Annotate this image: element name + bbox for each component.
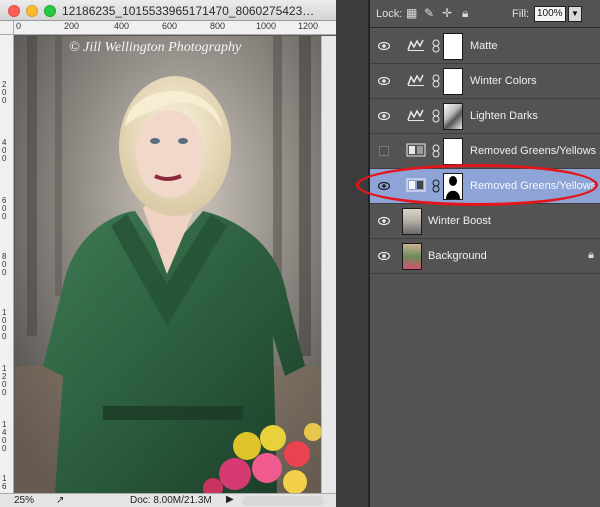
- fill-label: Fill:: [512, 8, 530, 20]
- ruler-h-label: 1000: [256, 21, 277, 31]
- layer-mask-thumbnail[interactable]: [443, 138, 463, 165]
- lock-transparency-icon[interactable]: ▦: [406, 6, 417, 20]
- close-window-button[interactable]: [8, 5, 20, 17]
- layer-row-winter-boost[interactable]: Winter Boost: [370, 204, 600, 239]
- layer-name: Matte: [470, 40, 498, 52]
- visibility-toggle-off[interactable]: [379, 146, 389, 156]
- layer-row-background[interactable]: Background 🔒︎: [370, 239, 600, 274]
- ruler-v-label: 200: [2, 80, 7, 105]
- ruler-h-label: 1200: [298, 21, 319, 31]
- curves-adjustment-icon[interactable]: [406, 108, 426, 122]
- ruler-v-label: 800: [2, 252, 7, 277]
- document-window: 12186235_1015533965171470_8060275423… 0 …: [0, 0, 336, 507]
- layer-name: Winter Boost: [428, 215, 491, 227]
- eye-icon[interactable]: [378, 216, 390, 226]
- document-status-bar: 25% ↗ Doc: 8.00M/21.3M ▶: [0, 493, 336, 507]
- layer-row-lighten-darks[interactable]: Lighten Darks: [370, 99, 600, 134]
- ruler-v-label: 400: [2, 138, 7, 163]
- chain-link-icon[interactable]: [432, 74, 440, 88]
- layer-row-matte[interactable]: Matte: [370, 29, 600, 64]
- layer-row-winter-colors[interactable]: Winter Colors: [370, 64, 600, 99]
- chain-link-icon[interactable]: [432, 144, 440, 158]
- lock-all-icon[interactable]: 🔒︎: [462, 6, 468, 21]
- layer-mask-thumbnail[interactable]: [443, 103, 463, 130]
- document-title: 12186235_1015533965171470_8060275423…: [62, 4, 315, 18]
- layer-row-removed-greens-yellows-2[interactable]: Removed Greens/Yellows 2: [370, 134, 600, 169]
- curves-adjustment-icon[interactable]: [406, 73, 426, 87]
- selective-color-adjustment-icon[interactable]: [406, 178, 426, 192]
- zoom-level[interactable]: 25%: [14, 495, 34, 506]
- layers-panel: Lock: ▦ ✎ ✛ 🔒︎ Fill: 100% ▼ Matte Winter…: [370, 0, 600, 507]
- layer-name: Background: [428, 250, 487, 262]
- layer-thumbnail[interactable]: [402, 208, 422, 235]
- ruler-h-label: 0: [16, 21, 22, 31]
- selective-color-adjustment-icon[interactable]: [406, 143, 426, 157]
- layer-mask-thumbnail[interactable]: [443, 68, 463, 95]
- ruler-h-label: 400: [114, 21, 130, 31]
- chain-link-icon[interactable]: [432, 109, 440, 123]
- chain-link-icon[interactable]: [432, 39, 440, 53]
- document-size-info: Doc: 8.00M/21.3M: [130, 495, 212, 506]
- layer-thumbnail[interactable]: [402, 243, 422, 270]
- fill-dropdown-button[interactable]: ▼: [568, 6, 582, 22]
- ruler-v-label: 1400: [2, 420, 7, 453]
- watermark-text: © Jill Wellington Photography: [69, 40, 242, 55]
- silhouette-mask-icon: [444, 174, 462, 199]
- horizontal-ruler[interactable]: 0 200 400 600 800 1000 1200 1400: [14, 21, 336, 35]
- eye-icon[interactable]: [378, 76, 390, 86]
- eye-icon[interactable]: [378, 111, 390, 121]
- layer-name: Winter Colors: [470, 75, 537, 87]
- document-titlebar[interactable]: 12186235_1015533965171470_8060275423…: [0, 0, 336, 21]
- ruler-v-label: 16: [2, 474, 7, 491]
- layer-row-removed-greens-yellows[interactable]: Removed Greens/Yellows: [370, 169, 600, 204]
- lock-icon: 🔒︎: [588, 249, 594, 261]
- layer-name: Lighten Darks: [470, 110, 538, 122]
- photoshop-screen: 12186235_1015533965171470_8060275423… 0 …: [0, 0, 600, 507]
- layer-mask-thumbnail[interactable]: [443, 33, 463, 60]
- lock-fill-bar: Lock: ▦ ✎ ✛ 🔒︎ Fill: 100% ▼: [370, 0, 600, 28]
- ruler-h-label: 200: [64, 21, 80, 31]
- eye-icon[interactable]: [378, 41, 390, 51]
- ruler-v-label: 600: [2, 196, 7, 221]
- curves-adjustment-icon[interactable]: [406, 38, 426, 52]
- lock-label: Lock:: [376, 8, 403, 20]
- image-canvas[interactable]: © Jill Wellington Photography: [15, 36, 321, 493]
- ruler-origin[interactable]: [0, 21, 14, 35]
- vertical-ruler[interactable]: 200 400 600 800 1000 1200 1400 16: [0, 35, 14, 493]
- lock-position-icon[interactable]: ✛: [442, 6, 452, 20]
- eye-icon[interactable]: [378, 251, 390, 261]
- share-icon[interactable]: ↗: [56, 495, 64, 506]
- status-menu-arrow-icon[interactable]: ▶: [226, 494, 234, 505]
- eye-icon[interactable]: [378, 181, 390, 191]
- maximize-window-button[interactable]: [44, 5, 56, 17]
- layer-name: Removed Greens/Yellows: [470, 180, 597, 192]
- horizontal-scrollbar[interactable]: [242, 496, 324, 506]
- ruler-v-label: 1200: [2, 364, 7, 397]
- minimize-window-button[interactable]: [26, 5, 38, 17]
- lock-image-pixels-icon[interactable]: ✎: [424, 6, 434, 20]
- chain-link-icon[interactable]: [432, 179, 440, 193]
- ruler-h-label: 800: [210, 21, 226, 31]
- fill-input[interactable]: 100%: [534, 6, 566, 22]
- vertical-scrollbar[interactable]: [321, 36, 336, 493]
- portrait-photo: [15, 36, 321, 493]
- ruler-h-label: 600: [162, 21, 178, 31]
- layer-name: Removed Greens/Yellows 2: [470, 145, 600, 157]
- workspace-gap: [336, 0, 370, 507]
- ruler-v-label: 1000: [2, 308, 7, 341]
- layer-mask-thumbnail[interactable]: [443, 173, 463, 200]
